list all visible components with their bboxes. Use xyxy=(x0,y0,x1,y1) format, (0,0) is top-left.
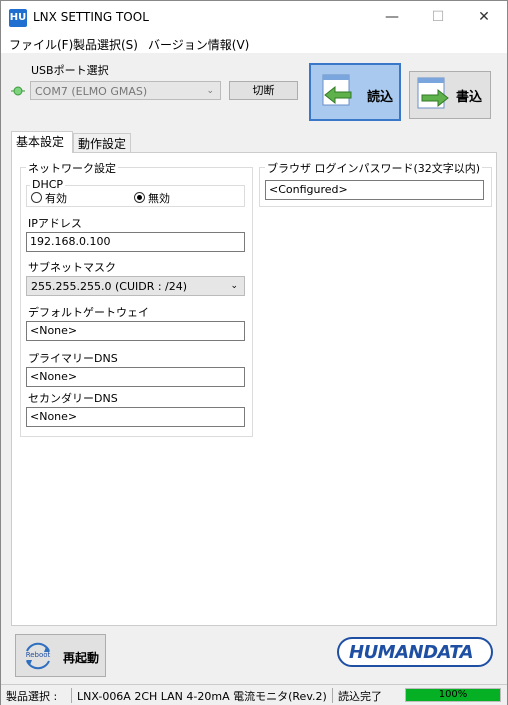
tab-panel: ネットワーク設定 DHCP 有効 無効 IPアドレス 192.168.0.100… xyxy=(11,152,497,626)
browser-password-title: ブラウザ ログインパスワード(32文字以内) xyxy=(265,160,483,176)
menu-file[interactable]: ファイル(F) xyxy=(9,36,73,53)
status-text: 読込完了 xyxy=(338,690,382,703)
main-window: HU LNX SETTING TOOL — ☐ ✕ ファイル(F) 製品選択(S… xyxy=(0,0,508,705)
dhcp-group: DHCP 有効 無効 xyxy=(26,178,245,207)
status-separator xyxy=(332,688,333,703)
minimize-button[interactable]: — xyxy=(369,1,415,33)
usb-port-select[interactable]: COM7 (ELMO GMAS) ⌄ xyxy=(30,81,221,100)
reboot-icon-text: Reboot xyxy=(25,651,51,659)
usb-port-label: USBポート選択 xyxy=(31,64,109,77)
tab-basic-settings[interactable]: 基本設定 xyxy=(11,131,73,153)
secondary-dns-field[interactable]: <None> xyxy=(26,407,245,427)
status-separator xyxy=(71,688,72,703)
product-select-label: 製品選択 : xyxy=(6,690,58,703)
chevron-down-icon: ⌄ xyxy=(206,86,214,96)
browser-password-group: ブラウザ ログインパスワード(32文字以内) <Configured> xyxy=(259,160,492,207)
write-button[interactable]: 書込 xyxy=(409,71,491,119)
read-button[interactable]: 読込 xyxy=(309,63,401,121)
menu-bar: ファイル(F) 製品選択(S) バージョン情報(V) xyxy=(1,33,507,53)
ip-address-field[interactable]: 192.168.0.100 xyxy=(26,232,245,252)
humandata-logo: HUMANDATA xyxy=(337,637,493,667)
chevron-down-icon: ⌄ xyxy=(230,281,238,291)
write-icon xyxy=(417,77,449,109)
dhcp-enable-radio[interactable] xyxy=(31,192,42,203)
write-label: 書込 xyxy=(456,90,483,105)
read-label: 読込 xyxy=(367,90,394,105)
dhcp-enable-label: 有効 xyxy=(45,192,67,205)
disconnect-button[interactable]: 切断 xyxy=(229,81,298,100)
subnet-mask-select[interactable]: 255.255.255.0 (CUIDR : /24) ⌄ xyxy=(26,276,245,296)
subnet-mask-value: 255.255.255.0 (CUIDR : /24) xyxy=(31,280,188,293)
ip-address-label: IPアドレス xyxy=(28,217,82,230)
secondary-dns-label: セカンダリーDNS xyxy=(28,392,118,405)
close-button[interactable]: ✕ xyxy=(461,1,507,33)
window-title: LNX SETTING TOOL xyxy=(33,10,149,24)
network-settings-title: ネットワーク設定 xyxy=(26,160,118,176)
usb-connected-icon xyxy=(11,86,25,96)
browser-password-field[interactable]: <Configured> xyxy=(265,180,484,200)
maximize-button[interactable]: ☐ xyxy=(415,1,461,33)
dhcp-disable-label: 無効 xyxy=(148,192,170,205)
usb-port-value: COM7 (ELMO GMAS) xyxy=(35,85,148,98)
progress-text: 100% xyxy=(438,689,468,700)
logo-text: HUMANDATA xyxy=(349,642,474,663)
menu-version-info[interactable]: バージョン情報(V) xyxy=(148,36,249,53)
app-icon: HU xyxy=(9,9,27,27)
default-gateway-field[interactable]: <None> xyxy=(26,321,245,341)
subnet-mask-label: サブネットマスク xyxy=(28,261,116,274)
default-gateway-label: デフォルトゲートウェイ xyxy=(28,306,149,319)
progress-bar: 100% xyxy=(405,688,501,702)
reboot-label: 再起動 xyxy=(63,651,100,665)
primary-dns-field[interactable]: <None> xyxy=(26,367,245,387)
tab-operation-settings[interactable]: 動作設定 xyxy=(73,133,131,153)
menu-product-select[interactable]: 製品選択(S) xyxy=(73,36,138,53)
read-icon xyxy=(322,74,352,106)
reboot-button[interactable]: Reboot 再起動 xyxy=(15,634,106,677)
product-name: LNX-006A 2CH LAN 4-20mA 電流モニタ(Rev.2) xyxy=(77,690,327,703)
network-settings-group: ネットワーク設定 DHCP 有効 無効 IPアドレス 192.168.0.100… xyxy=(20,160,253,437)
primary-dns-label: プライマリーDNS xyxy=(28,352,118,365)
title-bar: HU LNX SETTING TOOL — ☐ ✕ xyxy=(1,1,507,33)
dhcp-disable-radio[interactable] xyxy=(134,192,145,203)
status-bar: 製品選択 : LNX-006A 2CH LAN 4-20mA 電流モニタ(Rev… xyxy=(1,684,507,705)
